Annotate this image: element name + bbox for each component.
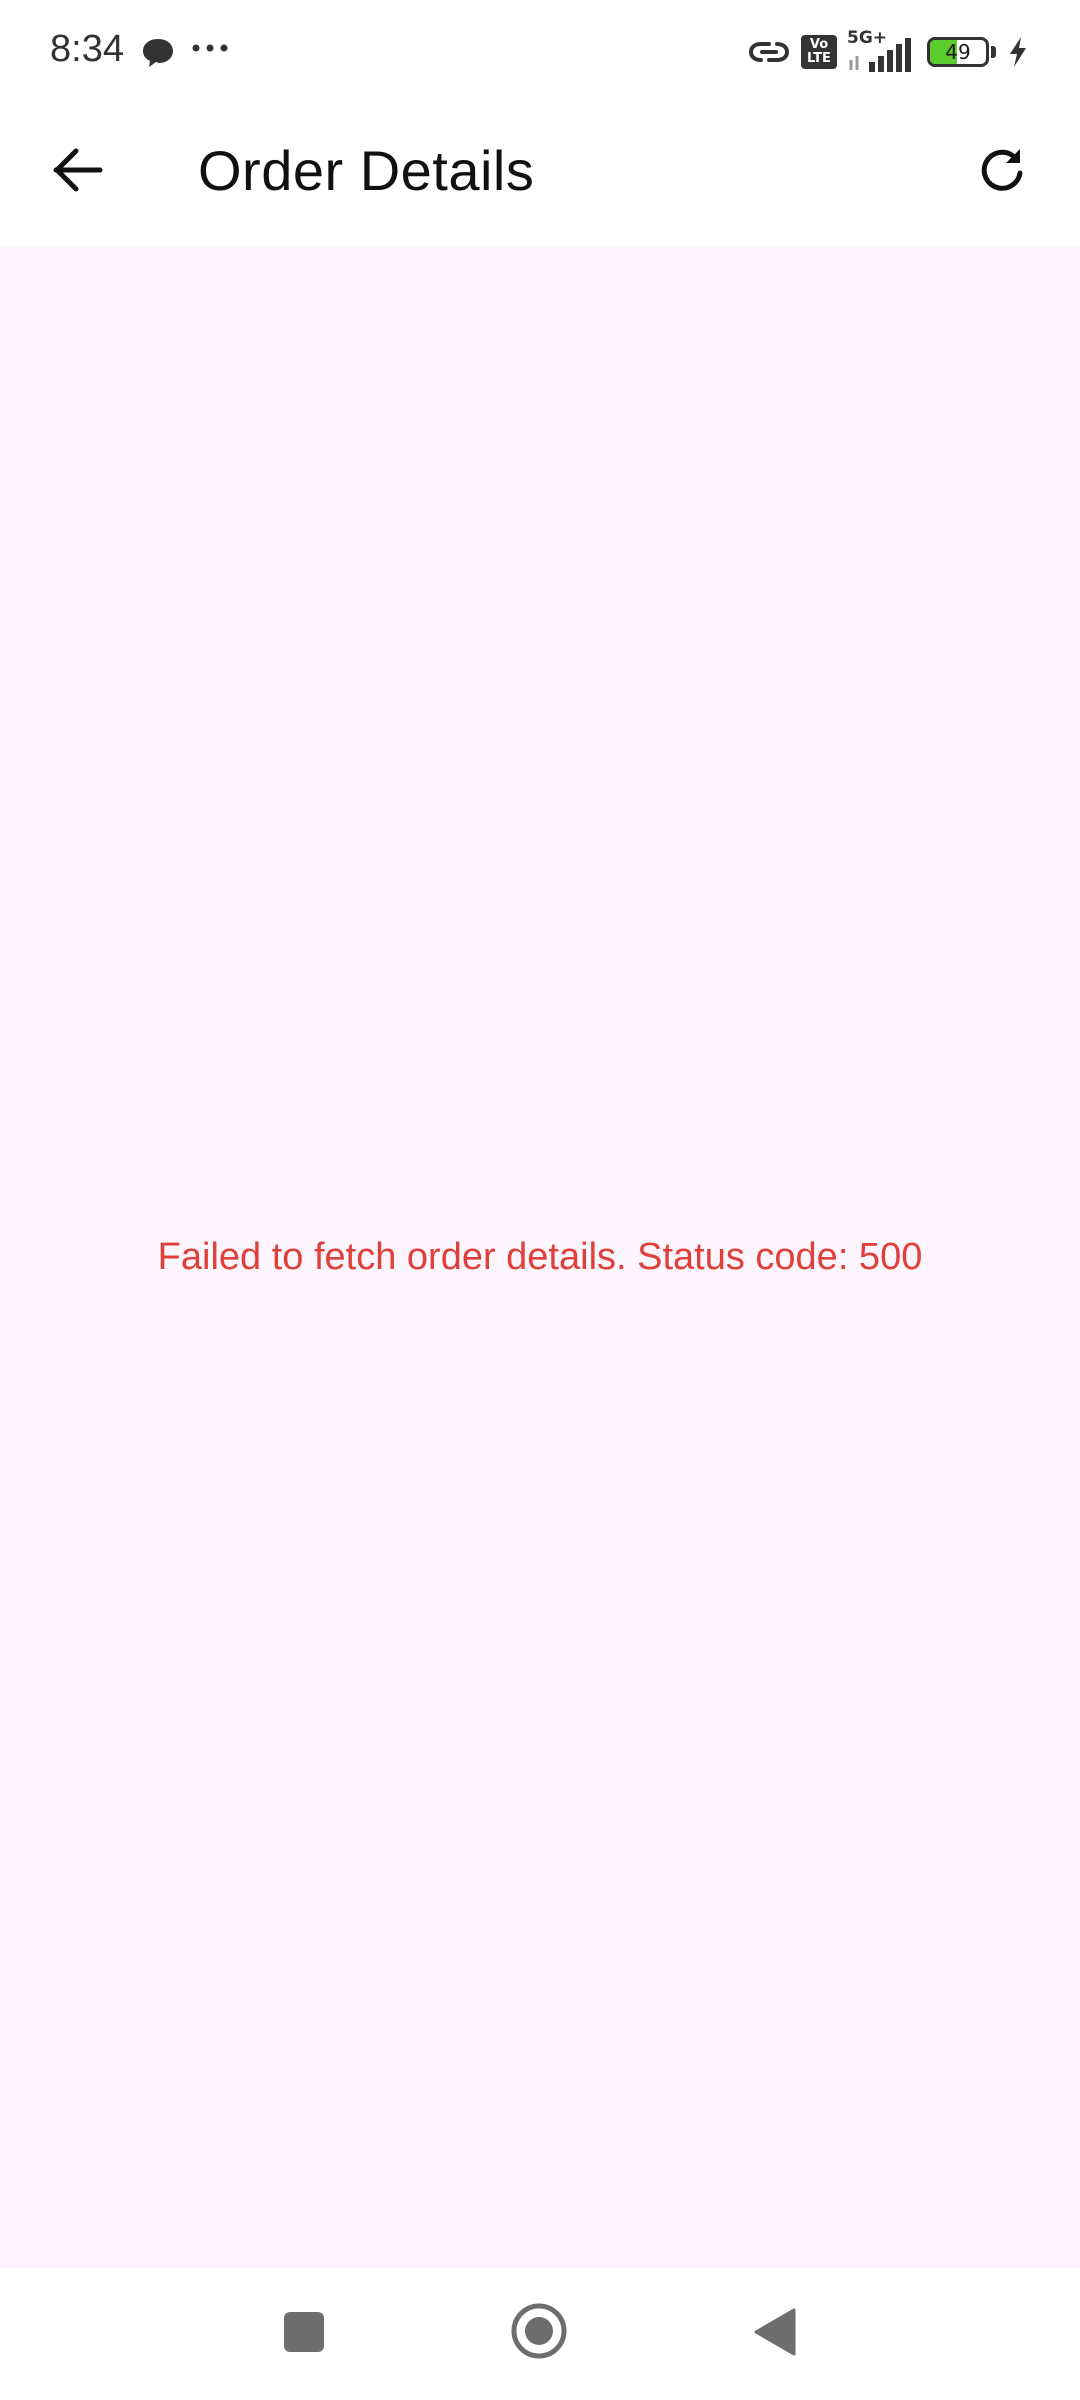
page-title: Order Details bbox=[198, 139, 535, 202]
status-time: 8:34 bbox=[50, 28, 124, 70]
volte-bottom-label: LTE bbox=[807, 51, 831, 66]
chat-bubble-icon bbox=[143, 39, 173, 67]
volte-icon: Vo LTE bbox=[801, 35, 837, 69]
battery-level: 49 bbox=[945, 40, 971, 64]
charging-bolt-icon bbox=[1010, 37, 1026, 67]
battery-tip bbox=[991, 46, 996, 58]
signal-indicator: 5G+ bbox=[847, 28, 917, 74]
refresh-icon bbox=[981, 149, 1023, 191]
signal-icon bbox=[849, 38, 911, 72]
refresh-button[interactable] bbox=[962, 130, 1042, 210]
status-icons: Vo LTE 5G+ 49 bbox=[747, 28, 1030, 74]
app-bar: Order Details bbox=[0, 100, 1080, 246]
back-button[interactable] bbox=[38, 130, 118, 210]
more-dots-icon bbox=[192, 44, 228, 52]
error-message: Failed to fetch order details. Status co… bbox=[157, 1236, 923, 1278]
navigation-bar bbox=[0, 2268, 1080, 2400]
content-area: Failed to fetch order details. Status co… bbox=[0, 246, 1080, 2268]
status-bar: 8:34 Vo LTE 5G+ 49 bbox=[0, 0, 1080, 100]
volte-top-label: Vo bbox=[809, 37, 829, 52]
recent-apps-icon[interactable] bbox=[284, 2312, 324, 2352]
battery-icon: 49 bbox=[927, 37, 989, 67]
arrow-left-icon bbox=[53, 148, 103, 192]
back-triangle-icon[interactable] bbox=[752, 2306, 798, 2358]
home-icon[interactable] bbox=[510, 2302, 568, 2360]
link-icon bbox=[748, 42, 790, 62]
